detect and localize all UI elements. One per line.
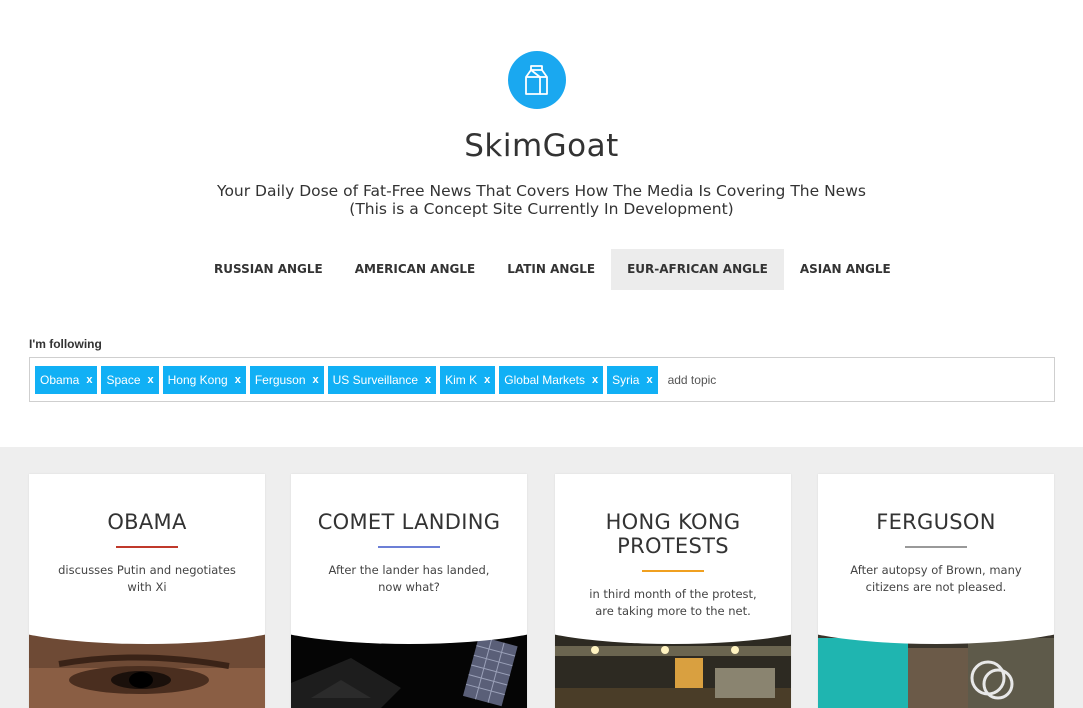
nav-eur-african-angle[interactable]: EUR-AFRICAN ANGLE (611, 249, 784, 290)
story-card-ferguson[interactable]: FERGUSON After autopsy of Brown, many ci… (818, 474, 1054, 708)
card-description: in third month of the protest, are takin… (589, 587, 757, 618)
card-title: OBAMA (107, 510, 187, 534)
card-photo (818, 628, 1054, 708)
remove-tag-button[interactable]: x (313, 366, 319, 394)
topic-tag: Hong Kong x (162, 365, 246, 394)
card-photo (29, 628, 265, 708)
logo[interactable] (508, 51, 566, 109)
topic-tag-label: Obama (40, 372, 80, 387)
topic-tag: Space x (101, 365, 159, 394)
card-title: COMET LANDING (317, 510, 501, 534)
topic-tag-label: Syria (612, 372, 640, 387)
topic-tag: Syria x (607, 365, 658, 394)
card-photo (555, 628, 791, 708)
remove-tag-button[interactable]: x (484, 366, 490, 394)
topic-tag-label: US Surveillance (332, 372, 419, 387)
topic-tag-label: Global Markets (504, 372, 585, 387)
milk-carton-icon (525, 65, 548, 95)
card-accent-line (378, 546, 440, 548)
card-accent-line (116, 546, 178, 548)
remove-tag-button[interactable]: x (425, 366, 431, 394)
topic-tag: Ferguson x (249, 365, 324, 394)
angle-nav: RUSSIAN ANGLE AMERICAN ANGLE LATIN ANGLE… (198, 249, 907, 290)
topic-tag-label: Hong Kong (167, 372, 228, 387)
topic-tag-label: Space (106, 372, 141, 387)
card-description: After autopsy of Brown, many citizens ar… (850, 563, 1022, 594)
site-title: SkimGoat (464, 128, 619, 164)
topic-input-box[interactable]: Obama x Space x Hong Kong x Ferguson x U… (29, 357, 1055, 402)
card-title: HONG KONG PROTESTS (605, 510, 741, 558)
topic-tag: Kim K x (440, 365, 496, 394)
card-accent-line (905, 546, 967, 548)
remove-tag-button[interactable]: x (235, 366, 241, 394)
topic-tag-label: Ferguson (254, 372, 306, 387)
remove-tag-button[interactable]: x (148, 366, 154, 394)
topic-tag: Global Markets x (499, 365, 604, 394)
remove-tag-button[interactable]: x (646, 366, 652, 394)
nav-american-angle[interactable]: AMERICAN ANGLE (339, 249, 491, 290)
tagline-line-2: (This is a Concept Site Currently In Dev… (349, 200, 734, 218)
card-description: discusses Putin and negotiates with Xi (58, 563, 236, 594)
story-card-comet-landing[interactable]: COMET LANDING After the lander has lande… (291, 474, 527, 708)
tagline: Your Daily Dose of Fat-Free News That Co… (0, 182, 1083, 218)
add-topic-input[interactable] (667, 372, 788, 387)
following-label: I'm following (29, 337, 102, 351)
nav-latin-angle[interactable]: LATIN ANGLE (491, 249, 611, 290)
card-title: FERGUSON (876, 510, 996, 534)
card-accent-line (642, 570, 704, 572)
card-description: After the lander has landed, now what? (328, 563, 490, 594)
card-photo (291, 628, 527, 708)
story-card-obama[interactable]: OBAMA discusses Putin and negotiates wit… (29, 474, 265, 708)
remove-tag-button[interactable]: x (592, 366, 598, 394)
remove-tag-button[interactable]: x (86, 366, 92, 394)
topic-tag: US Surveillance x (327, 365, 437, 394)
story-card-hong-kong-protests[interactable]: HONG KONG PROTESTS in third month of the… (555, 474, 791, 708)
tagline-line-1: Your Daily Dose of Fat-Free News That Co… (217, 182, 866, 200)
topic-tag: Obama x (35, 365, 98, 394)
nav-asian-angle[interactable]: ASIAN ANGLE (784, 249, 907, 290)
topic-tag-label: Kim K (445, 372, 478, 387)
nav-russian-angle[interactable]: RUSSIAN ANGLE (198, 249, 339, 290)
